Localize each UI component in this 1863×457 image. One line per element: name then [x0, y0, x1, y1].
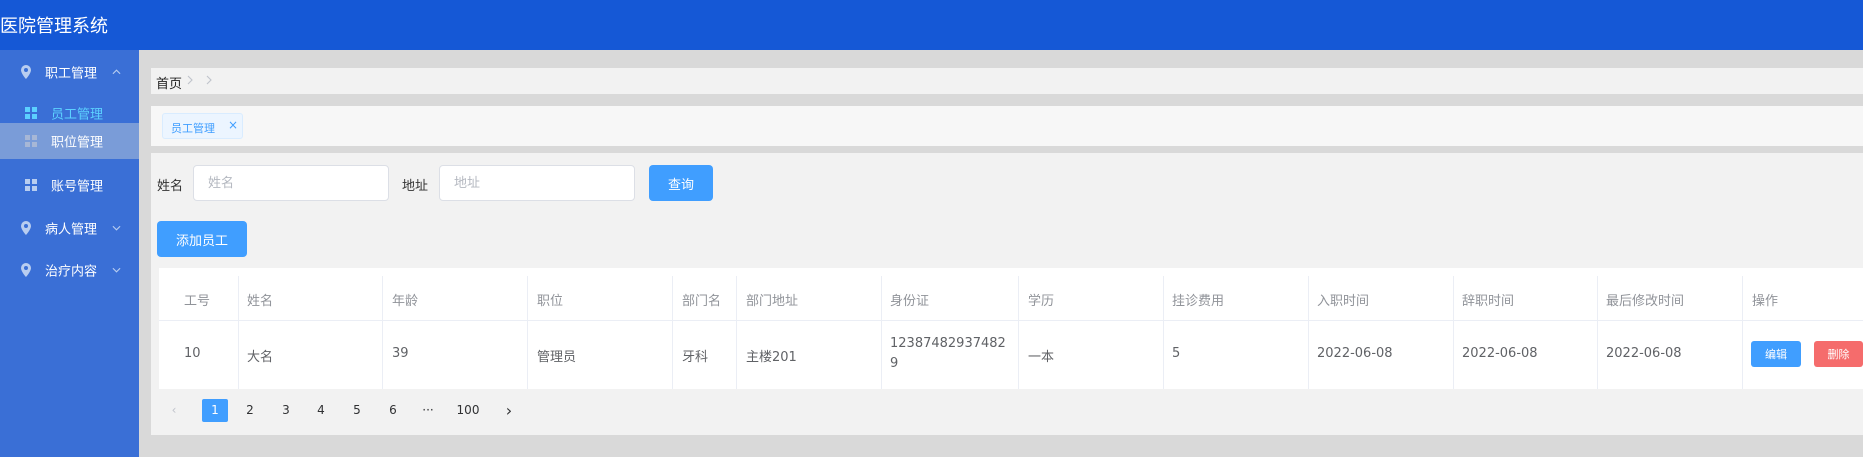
cell-dept-addr: 主楼201: [746, 350, 797, 365]
page-button[interactable]: 100: [450, 399, 486, 422]
cell-dept: 牙科: [682, 350, 709, 365]
app-header: 医院管理系统: [0, 0, 1863, 50]
sidebar-item-label: 职位管理: [51, 135, 104, 151]
column-header: 学历: [1028, 294, 1055, 309]
delete-button[interactable]: 删除: [1814, 341, 1863, 367]
menu-group-treatment[interactable]: 治疗内容: [0, 248, 139, 292]
grid-icon: [25, 135, 37, 147]
page-button[interactable]: 2: [237, 399, 263, 422]
page-button[interactable]: 4: [308, 399, 334, 422]
sidebar-item-position[interactable]: 职位管理: [0, 123, 139, 159]
grid-icon: [25, 107, 37, 119]
page-button[interactable]: 5: [344, 399, 370, 422]
column-header: 部门名: [682, 294, 722, 309]
tabs-bar: 员工管理 ×: [151, 106, 1863, 146]
add-employee-button[interactable]: 添加员工: [157, 221, 247, 257]
menu-group-label: 职工管理: [45, 66, 98, 82]
sidebar: 职工管理 员工管理 职位管理 账号管理 病人管理 治疗内容: [0, 50, 139, 457]
cell-fee: 5: [1172, 346, 1181, 361]
sidebar-item-label: 员工管理: [51, 107, 104, 123]
column-header: 姓名: [247, 294, 274, 309]
cell-modified: 2022-06-08: [1606, 346, 1682, 361]
next-page-button[interactable]: ›: [496, 399, 522, 422]
chevron-down-icon: [112, 225, 121, 231]
location-pin-icon: [21, 263, 31, 277]
prev-page-button[interactable]: ‹: [167, 399, 181, 422]
cell-hire-date: 2022-06-08: [1317, 346, 1393, 361]
breadcrumb-home[interactable]: 首页: [156, 73, 182, 92]
cell-id-card-line2: 9: [890, 356, 899, 371]
address-label: 地址: [402, 179, 429, 194]
column-header: 挂诊费用: [1172, 294, 1225, 309]
location-pin-icon: [21, 65, 31, 79]
grid-icon: [25, 179, 37, 191]
chevron-down-icon: [112, 267, 121, 273]
cell-age: 39: [392, 346, 409, 361]
menu-group-patient[interactable]: 病人管理: [0, 206, 139, 250]
chevron-up-icon: [112, 69, 121, 75]
query-button[interactable]: 查询: [649, 165, 713, 201]
cell-id: 10: [184, 346, 201, 361]
sidebar-item-label: 账号管理: [51, 179, 104, 195]
page-button[interactable]: 1: [202, 399, 228, 422]
cell-resign-date: 2022-06-08: [1462, 346, 1538, 361]
chevron-right-icon: [206, 75, 212, 85]
name-search-input[interactable]: [193, 165, 389, 201]
column-header: 年龄: [392, 294, 419, 309]
column-header: 职位: [537, 294, 564, 309]
column-header: 操作: [1752, 294, 1779, 309]
main-area: 首页 员工管理 ×: [139, 50, 1863, 457]
menu-group-label: 治疗内容: [45, 264, 98, 280]
cell-position: 管理员: [537, 350, 577, 365]
column-header: 辞职时间: [1462, 294, 1515, 309]
employee-table: 工号 姓名 年龄 职位 部门名 部门地址 身份证 学历 挂诊费用 入职时间 辞职…: [159, 268, 1863, 389]
column-header: 最后修改时间: [1606, 294, 1685, 309]
column-header: 工号: [184, 294, 211, 309]
close-icon[interactable]: ×: [228, 118, 238, 132]
sidebar-item-account[interactable]: 账号管理: [0, 163, 139, 207]
more-pages-button[interactable]: ···: [415, 399, 441, 422]
tab-employee[interactable]: 员工管理 ×: [162, 113, 243, 139]
cell-education: 一本: [1028, 350, 1055, 365]
page-button[interactable]: 3: [273, 399, 299, 422]
breadcrumb: 首页: [151, 68, 1863, 94]
address-search-input[interactable]: [439, 165, 635, 201]
location-pin-icon: [21, 221, 31, 235]
cell-id-card-line1: 12387482937482: [890, 336, 1006, 351]
edit-button[interactable]: 编辑: [1751, 341, 1801, 367]
column-header: 入职时间: [1317, 294, 1370, 309]
chevron-right-icon: [187, 75, 193, 85]
menu-group-label: 病人管理: [45, 222, 98, 238]
menu-group-staff[interactable]: 职工管理: [0, 50, 139, 94]
app-title: 医院管理系统: [0, 16, 108, 37]
column-header: 身份证: [890, 294, 930, 309]
name-label: 姓名: [157, 179, 184, 194]
column-header: 部门地址: [746, 294, 799, 309]
cell-name: 大名: [247, 350, 274, 365]
tab-label: 员工管理: [171, 122, 215, 135]
page-button[interactable]: 6: [380, 399, 406, 422]
